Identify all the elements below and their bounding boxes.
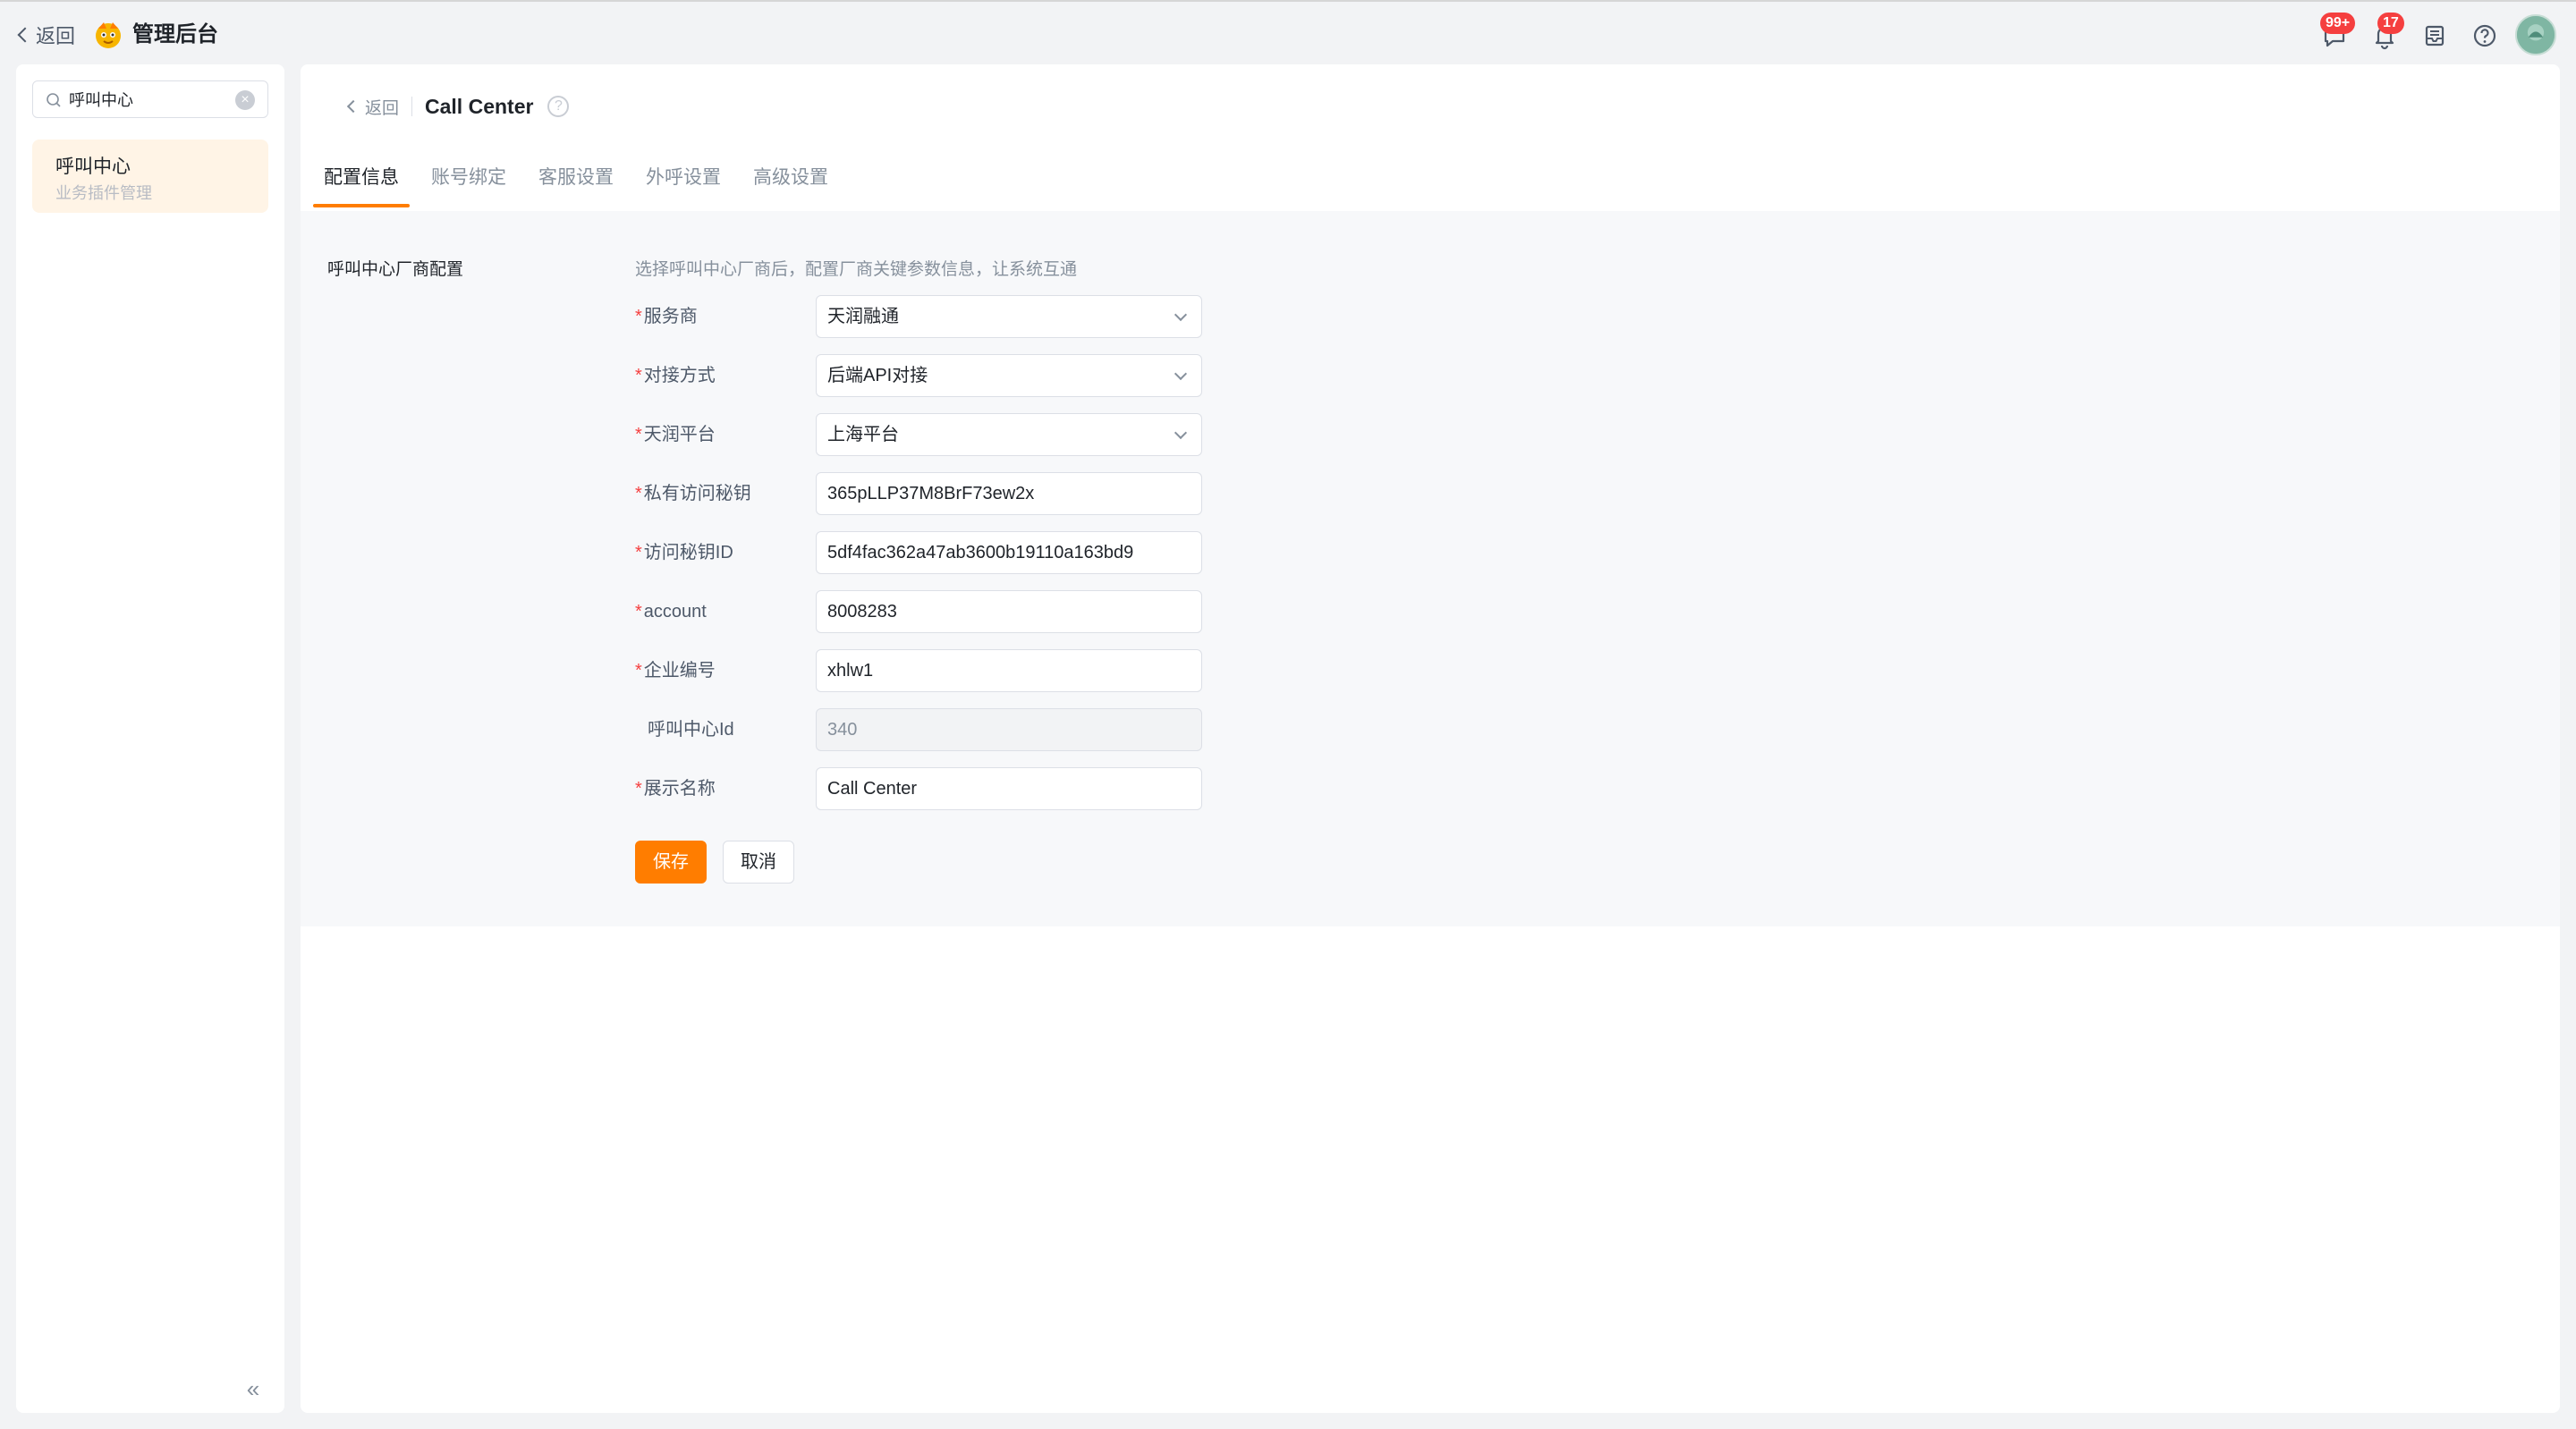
chevron-down-icon [1174,367,1188,381]
key-id-input[interactable] [827,533,1185,573]
required-mark: * [635,602,642,621]
search-icon [47,93,61,107]
tab-config-info[interactable]: 配置信息 [313,159,410,207]
collapse-sidebar-icon[interactable]: « [240,1375,267,1402]
key-id-label-text: 访问秘钥ID [643,543,733,562]
section-hint: 选择呼叫中心厂商后，配置厂商关键参数信息，让系统互通 [635,260,1078,279]
required-mark: * [635,425,642,444]
center-id-label: 呼叫中心Id [648,720,734,740]
provider-label-text: 服务商 [643,307,698,326]
app-logo-icon [93,20,123,50]
save-button[interactable]: 保存 [635,841,707,884]
secret-field-wrap [816,472,1202,515]
chat-button[interactable]: 99+ [2320,13,2356,50]
account-field-wrap [816,590,1202,633]
secret-input[interactable] [827,474,1185,514]
chevron-down-icon [1174,426,1188,440]
required-mark: * [635,661,642,681]
sidebar-item-call-center[interactable]: 呼叫中心 业务插件管理 [32,140,268,213]
messages-badge: 99+ [2320,13,2356,34]
help-button[interactable] [2470,21,2499,50]
provider-label: * 服务商 [635,295,814,338]
tab-service-settings[interactable]: 客服设置 [528,159,624,207]
tab-advanced-settings[interactable]: 高级设置 [742,159,839,207]
display-name-field-wrap [816,767,1202,810]
secret-label: * 私有访问秘钥 [635,472,814,515]
provider-select-value: 天润融通 [827,307,899,326]
key-id-label: * 访问秘钥ID [635,531,814,574]
sidebar-search-input[interactable] [69,87,230,112]
breadcrumb-back-button[interactable]: 返回 [345,95,399,119]
cancel-button[interactable]: 取消 [723,841,794,884]
tab-outbound-settings[interactable]: 外呼设置 [635,159,732,207]
account-label-text: account [643,602,707,621]
enterprise-input[interactable] [827,651,1185,691]
inbox-icon [2425,25,2445,47]
notifications-badge: 17 [2377,13,2404,34]
display-name-label-text: 展示名称 [643,779,716,799]
tab-account-binding[interactable]: 账号绑定 [420,159,517,207]
help-circle-icon[interactable]: ? [547,96,570,117]
chevron-down-icon [1174,308,1188,322]
secret-label-text: 私有访问秘钥 [643,484,751,503]
chevron-left-icon [346,99,360,114]
mode-select-value: 后端API对接 [827,366,928,385]
avatar[interactable] [2515,14,2556,55]
sidebar-search: × [32,80,268,118]
platform-select[interactable]: 上海平台 [816,413,1202,456]
mode-select[interactable]: 后端API对接 [816,354,1202,397]
top-back-label: 返回 [36,25,76,47]
platform-select-value: 上海平台 [827,425,899,444]
center-id-field-wrap [816,708,1202,751]
main-content: 返回 Call Center ? 配置信息 账号绑定 客服设置 外呼设置 高级设… [301,64,2560,1413]
config-panel: 呼叫中心厂商配置 选择呼叫中心厂商后，配置厂商关键参数信息，让系统互通 * 服务商… [301,211,2560,926]
enterprise-field-wrap [816,649,1202,692]
enterprise-label-text: 企业编号 [643,661,716,681]
breadcrumb-divider [411,97,413,116]
required-mark: * [635,543,642,562]
platform-label-text: 天润平台 [643,425,716,444]
placeholder [1256,21,1284,50]
required-mark: * [635,307,642,326]
clear-search-icon[interactable]: × [235,90,255,110]
breadcrumb: 返回 Call Center ? [345,91,570,122]
inbox-button[interactable] [2420,21,2449,50]
chevron-left-icon [17,27,33,43]
section-label: 呼叫中心厂商配置 [327,260,464,279]
platform-label: * 天润平台 [635,413,814,456]
mode-label-text: 对接方式 [643,366,716,385]
key-id-field-wrap [816,531,1202,574]
top-back-button[interactable]: 返回 [16,21,75,48]
tab-bar: 配置信息 账号绑定 客服设置 外呼设置 高级设置 [313,159,850,207]
display-name-input[interactable] [827,769,1185,809]
account-label: * account [635,590,814,633]
help-icon [2473,24,2496,47]
breadcrumb-back-label: 返回 [365,98,400,118]
page-title: Call Center [425,94,534,118]
center-id-input [827,710,1185,750]
display-name-label: * 展示名称 [635,767,814,810]
top-bar: 返回 管理后台 99+ 17 [0,0,2576,64]
enterprise-label: * 企业编号 [635,649,814,692]
notifications-button[interactable]: 17 [2370,13,2404,50]
provider-select[interactable]: 天润融通 [816,295,1202,338]
app-title: 管理后台 [132,22,218,47]
sidebar-item-subtitle: 业务插件管理 [55,184,152,202]
mode-label: * 对接方式 [635,354,814,397]
account-input[interactable] [827,592,1185,632]
sidebar-item-title: 呼叫中心 [55,156,131,177]
avatar-image-icon [2517,16,2555,54]
required-mark: * [635,779,642,799]
sidebar: × 呼叫中心 业务插件管理 « [16,64,284,1413]
required-mark: * [635,366,642,385]
required-mark: * [635,484,642,503]
